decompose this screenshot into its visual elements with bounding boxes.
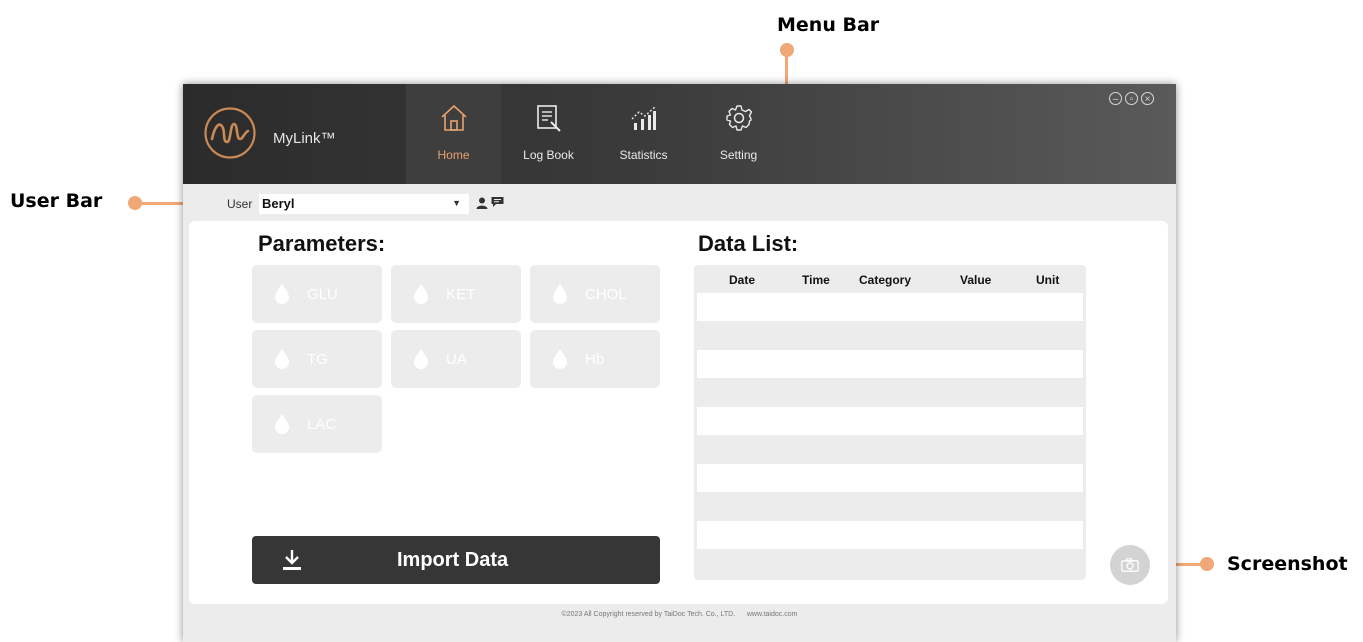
download-icon [283, 550, 301, 570]
menu-log-book[interactable]: Log Book [501, 84, 596, 184]
menu-statistics[interactable]: Statistics [596, 84, 691, 184]
column-time: Time [802, 273, 830, 287]
close-icon[interactable]: × [1141, 92, 1154, 105]
drop-icon [414, 284, 428, 304]
menu-setting-label: Setting [719, 148, 758, 162]
drop-icon [275, 349, 289, 369]
data-list-table: Date Time Category Value Unit [694, 265, 1086, 580]
home-icon [441, 104, 467, 131]
screenshot-annotation-dot [1200, 557, 1214, 571]
drop-icon [414, 349, 428, 369]
screenshot-button[interactable] [1110, 545, 1150, 585]
menu-setting[interactable]: Setting [691, 84, 786, 184]
table-row [697, 321, 1083, 349]
param-ket-button[interactable]: KET [391, 265, 521, 323]
param-hb-label: Hb [585, 351, 605, 368]
table-row [697, 492, 1083, 520]
app-window: MyLink™ Home Log Book Statistics Setting… [183, 84, 1176, 642]
param-glu-button[interactable]: GLU [252, 265, 382, 323]
column-category: Category [859, 273, 912, 287]
param-tg-label: TG [307, 351, 328, 368]
chevron-down-icon: ▼ [452, 198, 461, 208]
param-lac-button[interactable]: LAC [252, 395, 382, 453]
menu-bar-annotation-label: Menu Bar [777, 14, 880, 36]
user-icon[interactable] [476, 197, 488, 209]
table-row [697, 350, 1083, 378]
footer-copyright: ©2023 All Copyright reserved by TaiDoc T… [561, 611, 736, 618]
menu-home[interactable]: Home [406, 84, 501, 184]
gear-icon [726, 105, 753, 131]
param-ua-label: UA [446, 351, 467, 368]
table-row [697, 521, 1083, 549]
param-ket-label: KET [446, 286, 476, 303]
user-bar-annotation-label: User Bar [10, 190, 103, 212]
table-row [697, 464, 1083, 492]
param-chol-label: CHOL [585, 286, 627, 303]
screenshot-annotation-label: Screenshot [1227, 553, 1348, 575]
param-lac-label: LAC [307, 416, 337, 433]
param-ua-button[interactable]: UA [391, 330, 521, 388]
restore-icon[interactable]: ▫ [1125, 92, 1138, 105]
import-data-button[interactable]: Import Data [252, 536, 660, 584]
drop-icon [553, 349, 567, 369]
column-value: Value [960, 273, 992, 287]
minimize-icon[interactable]: – [1109, 92, 1122, 105]
data-list-header: Date Time Category Value Unit [694, 265, 1086, 293]
import-data-label: Import Data [397, 549, 509, 571]
user-select-value: Beryl [262, 196, 295, 211]
param-glu-label: GLU [307, 286, 338, 303]
table-row [697, 378, 1083, 406]
mylink-logo-icon [204, 107, 256, 159]
menu-bar-annotation-dot [780, 43, 794, 57]
logbook-icon [537, 105, 561, 132]
drop-icon [275, 284, 289, 304]
menu-log-book-label: Log Book [523, 148, 574, 162]
user-select[interactable]: Beryl ▼ [259, 194, 469, 214]
param-chol-button[interactable]: CHOL [530, 265, 660, 323]
header-bar: MyLink™ Home Log Book Statistics Setting… [183, 84, 1176, 184]
user-label: User [227, 197, 253, 211]
table-row [697, 435, 1083, 463]
drop-icon [275, 414, 289, 434]
brand-name: MyLink™ [273, 130, 336, 147]
menu-home-label: Home [437, 148, 470, 162]
param-hb-button[interactable]: Hb [530, 330, 660, 388]
menu-bar-annotation-line [785, 56, 788, 86]
menu-statistics-label: Statistics [619, 148, 668, 162]
camera-icon [1121, 558, 1139, 572]
footer-website-link[interactable]: www.taidoc.com [747, 611, 798, 618]
table-row [697, 293, 1083, 321]
parameters-title: Parameters: [258, 231, 386, 256]
drop-icon [553, 284, 567, 304]
message-icon[interactable] [491, 196, 504, 208]
column-date: Date [729, 273, 756, 287]
column-unit: Unit [1036, 273, 1060, 287]
table-row [697, 407, 1083, 435]
param-tg-button[interactable]: TG [252, 330, 382, 388]
data-list-title: Data List: [698, 231, 799, 256]
footer: ©2023 All Copyright reserved by TaiDoc T… [183, 611, 1176, 618]
statistics-icon [631, 105, 657, 130]
